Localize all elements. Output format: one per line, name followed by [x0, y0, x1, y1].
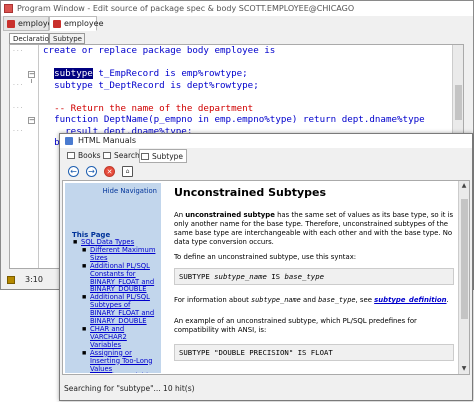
text: An [174, 211, 186, 219]
code-text: IS [266, 272, 285, 281]
program-window-icon [4, 4, 13, 13]
nav-link[interactable]: Additional PL/SQL Subtypes of BINARY_FLO… [81, 293, 158, 326]
forward-arrow-icon[interactable]: → [86, 166, 97, 177]
tab-label: employee [64, 19, 104, 28]
collapse-icon[interactable]: − [28, 71, 35, 78]
code-italic: subtype_name [251, 296, 301, 304]
paragraph-example-intro: An example of an unconstrained subtype, … [174, 317, 417, 334]
program-window-title: Program Window - Edit source of package … [17, 4, 355, 13]
paragraph-syntax-intro: To define an unconstrained subtype, use … [174, 253, 357, 261]
text: . [446, 296, 449, 304]
code-line[interactable] [43, 57, 425, 69]
nav-link[interactable]: Different Maximum Sizes [81, 246, 158, 263]
manual-scroll-thumb[interactable] [461, 199, 468, 319]
code-token: subtype t_DeptRecord is dept%rowtype; [43, 79, 259, 91]
nav-link-list: SQL Data TypesDifferent Maximum SizesAdd… [72, 238, 158, 373]
manual-content: Hide Navigation This Page SQL Data Types… [62, 180, 470, 375]
selected-text: subtype [54, 68, 93, 79]
nav-link[interactable]: Additional PL/SQL Constants for BINARY_F… [81, 262, 158, 295]
manuals-icon [65, 137, 73, 145]
manuals-toolbar: Books Search Subtype [60, 148, 472, 164]
stop-icon[interactable]: ✕ [104, 166, 115, 177]
search-label: Search [114, 151, 140, 160]
html-manuals-titlebar[interactable]: HTML Manuals [60, 134, 472, 148]
code-token: create or replace package body employee … [43, 45, 276, 56]
subtype-definition-link[interactable]: subtype_definition [374, 296, 446, 304]
example-code-box: SUBTYPE "DOUBLE PRECISION" IS FLOAT [174, 344, 454, 361]
compile-status-icon [7, 276, 15, 284]
paragraph-definition: An unconstrained subtype has the same se… [174, 211, 459, 247]
search-status: Searching for "subtype"... 10 hit(s) [64, 384, 195, 393]
package-body-icon [53, 20, 61, 28]
nav-link[interactable]: Assigning or Inserting Too-Long Values [81, 349, 158, 373]
subtab-declaration[interactable]: Declaration [9, 33, 53, 44]
code-line[interactable]: function DeptName(p_empno in emp.empno%t… [43, 114, 425, 126]
books-icon [67, 152, 75, 159]
text: For information about [174, 296, 251, 304]
code-line[interactable] [43, 91, 425, 103]
scroll-down-icon[interactable]: ▼ [460, 365, 468, 373]
gutter-dots: · · · [13, 82, 23, 89]
paragraph-see-also: For information about subtype_name and b… [174, 296, 459, 305]
editor-gutter: · · · − · · · · · · − · · · [10, 45, 39, 268]
program-window-titlebar[interactable]: Program Window - Edit source of package … [1, 1, 473, 16]
code-line[interactable]: subtype t_EmpRecord is emp%rowtype; [43, 68, 425, 80]
package-spec-icon [7, 20, 15, 28]
cursor-position: 3:10 [25, 275, 43, 284]
home-icon[interactable]: ⌂ [122, 166, 133, 177]
books-button[interactable]: Books [66, 149, 101, 163]
code-line[interactable]: -- Return the name of the department [43, 103, 425, 115]
code-line[interactable]: subtype t_DeptRecord is dept%rowtype; [43, 80, 425, 92]
syntax-code-box: SUBTYPE subtype_name IS base_type [174, 268, 454, 285]
scroll-up-icon[interactable]: ▲ [460, 182, 468, 190]
code-italic: base_type [318, 296, 356, 304]
search-button[interactable]: Search [102, 149, 140, 163]
text: , see [355, 296, 375, 304]
editor-scroll-thumb[interactable] [455, 85, 462, 120]
subtype-tab[interactable]: Subtype [139, 149, 188, 163]
article-heading: Unconstrained Subtypes [174, 186, 327, 199]
subtab-subtype[interactable]: Subtype [49, 33, 85, 44]
text: and [300, 296, 319, 304]
manuals-nav-buttons: ← → ✕ ⌂ [60, 164, 472, 180]
code-line[interactable]: create or replace package body employee … [43, 45, 425, 57]
search-icon [103, 152, 111, 159]
tab-employee-spec[interactable]: employee [3, 16, 58, 31]
code-italic: subtype_name [214, 272, 267, 281]
html-manuals-window: HTML Manuals Books Search Subtype ← → ✕ … [59, 133, 473, 401]
html-manuals-title: HTML Manuals [78, 136, 137, 145]
books-label: Books [78, 151, 101, 160]
gutter-dots: · · · [13, 105, 23, 112]
code-token: t_EmpRecord is emp%rowtype; [92, 68, 248, 79]
article-body: Unconstrained Subtypes An unconstrained … [169, 181, 459, 374]
document-icon [141, 153, 149, 160]
bold-term: unconstrained subtype [185, 211, 275, 219]
back-arrow-icon[interactable]: ← [68, 166, 79, 177]
gutter-dots: · · · [13, 48, 23, 55]
nav-link[interactable]: CHAR and VARCHAR2 Variables [81, 325, 158, 350]
tab-employee-body[interactable]: employee [49, 16, 104, 31]
navigation-pane: Hide Navigation This Page SQL Data Types… [65, 183, 161, 373]
code-italic: base_type [284, 272, 324, 281]
gutter-dots: · · · [13, 128, 23, 135]
code-text: SUBTYPE [179, 272, 215, 281]
subtype-tab-label: Subtype [152, 152, 184, 161]
collapse-icon[interactable]: − [28, 117, 35, 124]
manual-vertical-scrollbar[interactable]: ▲ ▼ [458, 181, 469, 374]
code-token: function DeptName(p_empno in emp.empno%t… [43, 114, 425, 125]
hide-navigation-link[interactable]: Hide Navigation [103, 187, 157, 195]
code-token: -- Return the name of the department [43, 102, 254, 114]
